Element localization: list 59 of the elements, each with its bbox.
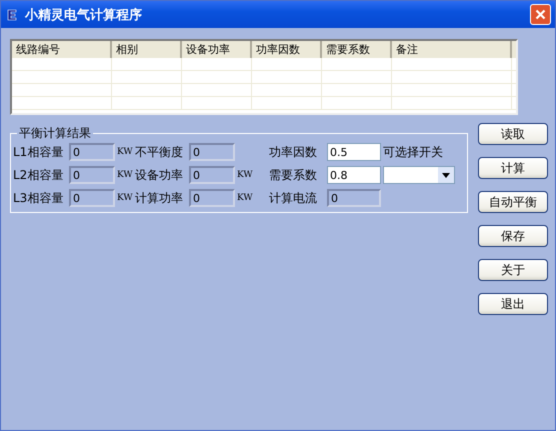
table-cell [112, 84, 182, 97]
action-button[interactable]: 计算 [478, 157, 548, 179]
input-field[interactable]: 0 [69, 143, 115, 161]
input-field[interactable]: 0 [189, 143, 235, 161]
input-field[interactable]: 0.8 [327, 166, 381, 184]
field-label: L1相容量 [13, 144, 64, 160]
column-header[interactable]: 设备功率 [182, 41, 252, 58]
app-icon [7, 8, 17, 20]
input-field[interactable]: 0 [189, 189, 235, 207]
column-header[interactable]: 线路编号 [12, 41, 112, 58]
table-cell [322, 97, 392, 110]
unit-label: KW [237, 193, 254, 203]
table-cell [182, 58, 252, 71]
table-cell [252, 97, 322, 110]
input-field[interactable]: 0 [327, 189, 381, 207]
table-cell [112, 58, 182, 71]
dropdown-arrow-icon [442, 172, 450, 178]
field-label: 不平衡度 [135, 144, 184, 160]
action-button[interactable]: 退出 [478, 293, 548, 315]
unit-label: KW [117, 147, 133, 157]
table-cell [182, 97, 252, 110]
field-label: L2相容量 [13, 166, 64, 184]
field-label: 计算功率 [135, 190, 184, 206]
input-field[interactable]: 0 [189, 166, 235, 184]
field-label: L3相容量 [13, 190, 64, 206]
table-cell [322, 58, 392, 71]
table-cell [182, 84, 252, 97]
table-cell [252, 58, 322, 71]
input-field[interactable]: 0 [69, 166, 115, 184]
unit-label: KW [237, 170, 254, 180]
input-field[interactable]: 0 [69, 189, 115, 207]
close-icon [535, 9, 546, 20]
column-header[interactable]: 相别 [112, 41, 182, 58]
column-header[interactable]: 需要系数 [322, 41, 392, 58]
table-cell [322, 84, 392, 97]
table-cell [252, 84, 322, 97]
group-title: 平衡计算结果 [18, 125, 92, 142]
switch-dropdown[interactable] [383, 166, 455, 184]
field-label: 需要系数 [269, 166, 318, 184]
unit-label: KW [117, 170, 133, 180]
action-button[interactable]: 关于 [478, 259, 548, 281]
column-header[interactable]: 功率因数 [252, 41, 322, 58]
unit-label: KW [117, 193, 133, 203]
field-label: 设备功率 [135, 166, 184, 184]
action-button[interactable]: 读取 [478, 123, 548, 145]
action-button[interactable]: 自动平衡 [478, 191, 548, 213]
window-title: 小精灵电气计算程序 [25, 6, 142, 24]
table-cell [182, 71, 252, 84]
switch-label: 可选择开关 [383, 144, 443, 160]
table-cell [112, 97, 182, 110]
close-button[interactable] [530, 4, 551, 25]
table-cell [252, 71, 322, 84]
field-label: 计算电流 [269, 190, 318, 206]
table-cell [322, 71, 392, 84]
input-field[interactable]: 0.5 [327, 143, 381, 161]
action-button[interactable]: 保存 [478, 225, 548, 247]
table-cell [112, 71, 182, 84]
column-header[interactable]: 备注 [392, 41, 512, 58]
field-label: 功率因数 [269, 144, 318, 160]
